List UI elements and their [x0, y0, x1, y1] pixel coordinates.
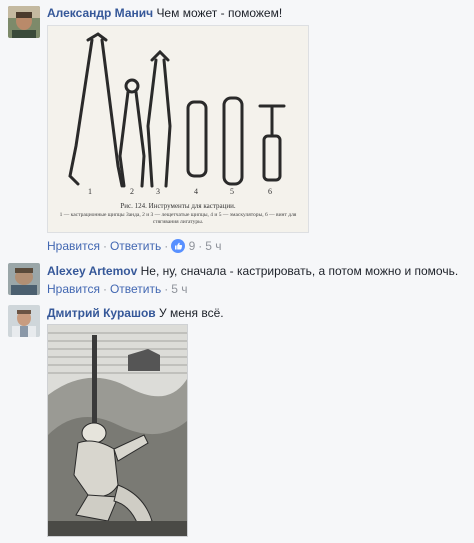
tool-number: 6: [268, 187, 272, 196]
comment-actions: Нравится · Ответить · 5 ч: [47, 282, 188, 296]
like-link[interactable]: Нравится: [47, 282, 100, 296]
reply-link[interactable]: Ответить: [110, 239, 161, 253]
reply-link[interactable]: Ответить: [110, 282, 161, 296]
tool-number: 5: [230, 187, 234, 196]
timestamp[interactable]: 5 ч: [205, 239, 221, 253]
avatar[interactable]: [8, 6, 40, 38]
comment-line: Александр Манич Чем может - поможем!: [47, 5, 282, 21]
comment-author[interactable]: Дмитрий Курашов: [47, 306, 156, 320]
image-caption: Рис. 124. Инструменты для кастрации.: [120, 202, 235, 210]
comment-line: Alexey Artemov Не, ну, сначала - кастрир…: [47, 263, 458, 279]
tool-number: 1: [88, 187, 92, 196]
comment-author[interactable]: Alexey Artemov: [47, 264, 137, 278]
comment-image[interactable]: 1 2 3 4 5 6 Рис. 124. Инструменты для ка…: [47, 25, 309, 233]
avatar[interactable]: [8, 263, 40, 295]
like-icon[interactable]: [171, 239, 186, 253]
comment-author[interactable]: Александр Манич: [47, 6, 153, 20]
comment-text: У меня всё.: [159, 306, 224, 320]
comment-image[interactable]: [47, 324, 188, 537]
tool-number: 3: [156, 187, 160, 196]
tool-number: 2: [130, 187, 134, 196]
comment-actions: Нравится · Ответить · 9 · 5 ч: [47, 239, 222, 253]
comment-line: Дмитрий Курашов У меня всё.: [47, 305, 224, 321]
tool-number: 4: [194, 187, 198, 196]
timestamp[interactable]: 5 ч: [171, 282, 187, 296]
like-link[interactable]: Нравится: [47, 239, 100, 253]
comment-text: Чем может - поможем!: [156, 6, 283, 20]
image-legend: 1 — кастрационные щипцы Занда, 2 и 3 — л…: [59, 212, 297, 225]
comment-text: Не, ну, сначала - кастрировать, а потом …: [140, 264, 459, 278]
avatar[interactable]: [8, 305, 40, 337]
